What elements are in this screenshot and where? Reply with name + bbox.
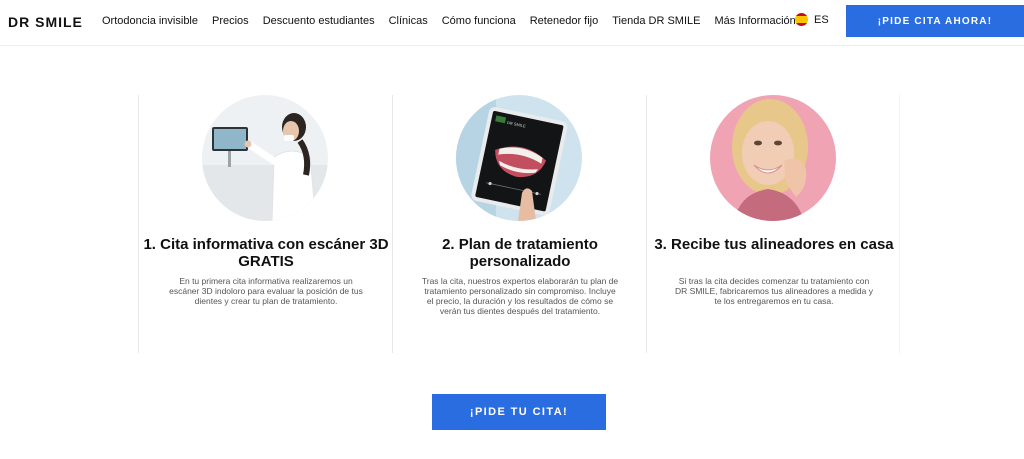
steps-section: 1. Cita informativa con escáner 3D GRATI… (138, 95, 900, 353)
step-1-description: En tu primera cita informativa realizare… (169, 276, 363, 306)
nav-item-precios[interactable]: Precios (212, 15, 249, 27)
step-card-2: DR SMILE 2. Plan de tratamiento personal… (392, 95, 646, 353)
nav-more-label: Más Información (714, 15, 796, 27)
step-card-3: 3. Recibe tus alineadores en casa Si tra… (646, 95, 900, 353)
step-3-title: 3. Recibe tus alineadores en casa (654, 236, 894, 253)
step-3-image (710, 95, 836, 221)
nav-item-more[interactable]: Más Información (714, 15, 808, 27)
nav-item-clinicas[interactable]: Clínicas (389, 15, 428, 27)
step-1-title: 1. Cita informativa con escáner 3D GRATI… (143, 236, 389, 270)
nav-item-como-funciona[interactable]: Cómo funciona (442, 15, 516, 27)
nav-item-tienda[interactable]: Tienda DR SMILE (612, 15, 700, 27)
language-selector[interactable]: ES (795, 13, 829, 26)
pide-cita-ahora-button[interactable]: ¡PIDE CITA AHORA! (846, 5, 1024, 37)
spain-flag-icon (795, 13, 808, 26)
step-2-image: DR SMILE (456, 95, 582, 221)
step-2-title: 2. Plan de tratamiento personalizado (442, 236, 598, 270)
pide-tu-cita-button[interactable]: ¡PIDE TU CITA! (432, 394, 606, 430)
step-1-image (202, 95, 328, 221)
nav-item-descuento[interactable]: Descuento estudiantes (263, 15, 375, 27)
nav-item-retenedor[interactable]: Retenedor fijo (530, 15, 599, 27)
logo[interactable]: DR SMILE (8, 14, 83, 30)
step-3-description: Si tras la cita decides comenzar tu trat… (675, 276, 873, 306)
site-header: DR SMILE Ortodoncia invisible Precios De… (0, 0, 1024, 46)
main-nav: Ortodoncia invisible Precios Descuento e… (102, 15, 821, 27)
step-2-description: Tras la cita, nuestros expertos elaborar… (421, 276, 619, 316)
language-label: ES (814, 13, 829, 26)
step-card-1: 1. Cita informativa con escáner 3D GRATI… (138, 95, 392, 353)
nav-item-ortodoncia[interactable]: Ortodoncia invisible (102, 15, 198, 27)
